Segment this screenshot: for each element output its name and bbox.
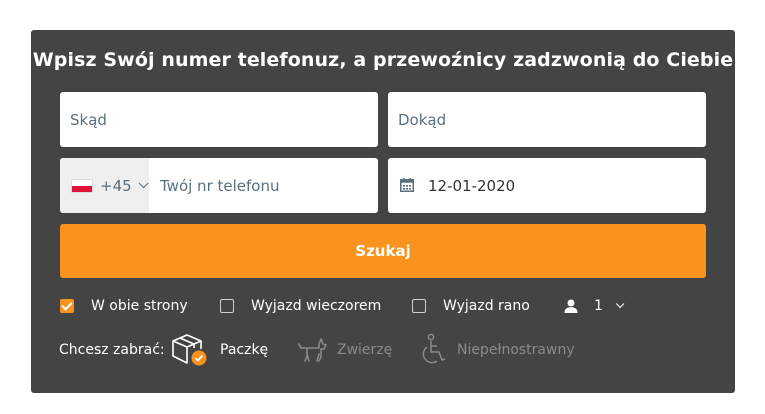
to-field[interactable]	[388, 92, 706, 147]
date-input[interactable]	[428, 158, 688, 213]
phone-input[interactable]	[160, 158, 370, 213]
take-label: Chcesz zabrać:	[59, 342, 165, 358]
chevron-down-icon	[138, 178, 149, 189]
morning-checkbox[interactable]	[412, 299, 426, 313]
phone-field[interactable]: +45	[60, 158, 378, 213]
both-ways-label: W obie strony	[91, 298, 188, 314]
person-icon	[564, 299, 578, 313]
take-pet-option[interactable]: Zwierzę	[297, 332, 392, 368]
passengers-select[interactable]: 1	[564, 298, 625, 314]
take-disabled-label: Niepełnostrawny	[457, 342, 575, 358]
poland-flag-icon	[71, 178, 93, 193]
search-button[interactable]: Szukaj	[60, 224, 706, 278]
country-code-label: +45	[100, 176, 132, 195]
option-both-ways[interactable]: W obie strony	[60, 298, 188, 314]
search-panel: Wpisz Swój numer telefonuz, a przewoźnic…	[31, 30, 735, 393]
take-disabled-option[interactable]: Niepełnostrawny	[419, 332, 575, 368]
dog-icon	[298, 338, 327, 362]
option-evening[interactable]: Wyjazd wieczorem	[220, 298, 381, 314]
passengers-count: 1	[594, 298, 603, 314]
from-field[interactable]	[60, 92, 378, 147]
evening-label: Wyjazd wieczorem	[251, 298, 382, 314]
calendar-icon	[400, 178, 414, 192]
both-ways-checkbox[interactable]	[60, 299, 74, 313]
country-code-select[interactable]: +45	[60, 158, 149, 213]
take-package-option[interactable]: Paczkę	[170, 332, 268, 368]
chevron-down-icon	[615, 299, 625, 309]
date-field[interactable]	[388, 158, 706, 213]
panel-title: Wpisz Swój numer telefonuz, a przewoźnic…	[32, 49, 734, 71]
to-input[interactable]	[398, 92, 688, 147]
evening-checkbox[interactable]	[220, 299, 234, 313]
wheelchair-icon	[422, 333, 446, 364]
take-package-label: Paczkę	[220, 342, 269, 358]
take-pet-label: Zwierzę	[337, 342, 393, 358]
package-icon	[172, 334, 207, 366]
option-morning[interactable]: Wyjazd rano	[412, 298, 530, 314]
from-input[interactable]	[70, 92, 360, 147]
morning-label: Wyjazd rano	[443, 298, 530, 314]
